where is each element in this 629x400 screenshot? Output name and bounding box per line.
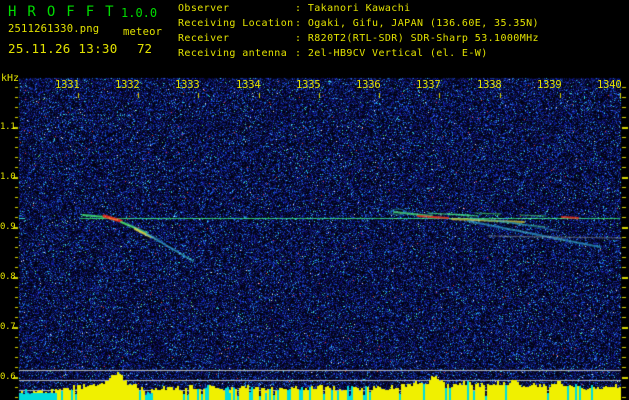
freq-tick-label: 0.8	[0, 272, 16, 282]
info-row: Receiving antenna : 2el-HB9CV Vertical (e…	[178, 46, 539, 61]
info-value: : 2el-HB9CV Vertical (el. E-W)	[295, 48, 488, 59]
time-tick-label: 1333	[175, 79, 200, 91]
freq-tick-label: 0.7	[0, 322, 16, 332]
info-label: Receiver	[178, 33, 230, 44]
freq-tick-label: 0.6	[0, 372, 16, 382]
timestamp: 25.11.26 13:30	[8, 41, 118, 56]
info-row: Observer : Takanori Kawachi	[178, 1, 539, 16]
app-version: 1.0.0	[121, 6, 158, 20]
info-label: Observer	[178, 3, 230, 14]
info-value: : Takanori Kawachi	[295, 3, 411, 14]
freq-tick-label: 0.9	[0, 222, 16, 232]
info-row: Receiving Location: Ogaki, Gifu, JAPAN (…	[178, 16, 539, 31]
spectrogram-canvas	[0, 65, 629, 400]
station-info-table: Observer: Takanori Kawachi Receiving Loca…	[178, 1, 539, 61]
app-title: HROFFT	[8, 4, 125, 20]
time-tick-label: 1331	[55, 79, 80, 91]
time-tick-label: 1332	[115, 79, 140, 91]
info-row: Receiver : R820T2(RTL-SDR) SDR-Sharp 53.1…	[178, 31, 539, 46]
time-tick-label: 1337	[416, 79, 441, 91]
time-tick-label: 1340	[597, 79, 622, 91]
time-tick-label: 1338	[477, 79, 502, 91]
info-value: : R820T2(RTL-SDR) SDR-Sharp 53.1000MHz	[295, 33, 539, 44]
info-label: Receiving antenna	[178, 48, 288, 59]
freq-tick-label: 1.1	[0, 122, 16, 132]
info-value: : Ogaki, Gifu, JAPAN (136.60E, 35.35N)	[295, 18, 539, 29]
info-label: Receiving Location	[178, 18, 294, 29]
mode-label: meteor	[123, 26, 163, 38]
time-tick-label: 1339	[537, 79, 562, 91]
echo-count: 72	[137, 41, 153, 56]
frequency-unit-label: kHz	[1, 73, 20, 84]
file-name: 2511261330.png	[8, 23, 100, 35]
time-tick-label: 1334	[236, 79, 261, 91]
freq-tick-label: 1.0	[0, 172, 16, 182]
hrofft-window: HROFFT 1.0.0 2511261330.png meteor 25.11…	[0, 0, 629, 400]
time-tick-label: 1336	[356, 79, 381, 91]
time-tick-label: 1335	[296, 79, 321, 91]
